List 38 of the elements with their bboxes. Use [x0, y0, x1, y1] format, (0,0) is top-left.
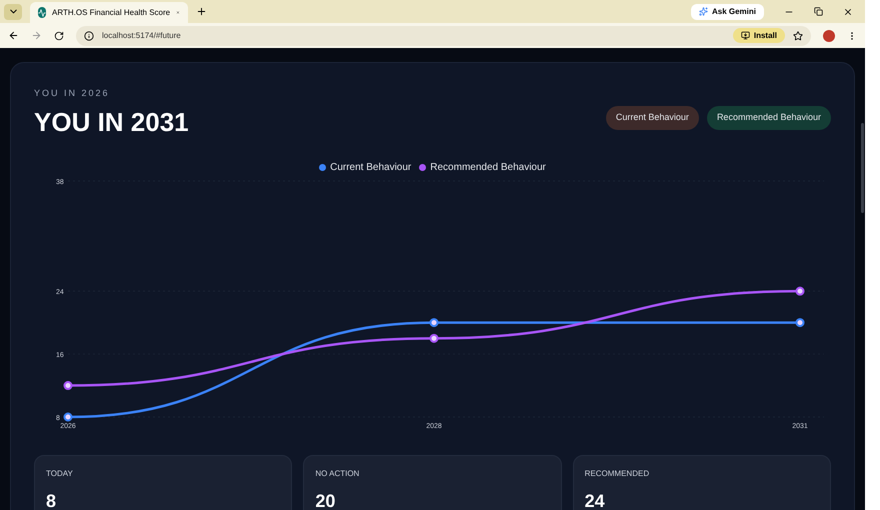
stat-value: 20 [315, 490, 336, 510]
sparkle-icon [698, 7, 708, 16]
behaviour-toggle[interactable]: Recommended Behaviour [706, 106, 831, 130]
back-icon[interactable] [8, 30, 19, 41]
new-tab-icon[interactable] [196, 6, 207, 17]
browser-tab[interactable]: ARTH.OS Financial Health Score [30, 2, 188, 23]
scrollbar-thumb[interactable] [861, 123, 864, 213]
stat-label: RECOMMENDED [584, 468, 650, 480]
eyebrow-label: YOU IN 2026 [34, 87, 111, 100]
info-icon[interactable] [84, 30, 94, 40]
forward-icon[interactable] [31, 30, 42, 41]
data-point [64, 380, 72, 390]
stat-value: 8 [46, 490, 56, 510]
site-icon [38, 7, 46, 18]
tab-title: ARTH.OS Financial Health Score [52, 6, 170, 18]
ask-gemini-button[interactable]: Ask Gemini [690, 4, 764, 20]
install-button[interactable]: Install [732, 28, 785, 43]
data-point [430, 333, 438, 342]
data-point [796, 318, 804, 327]
restore-icon[interactable] [814, 7, 823, 16]
stat-value: 24 [584, 490, 605, 510]
address-bar[interactable]: localhost:5174/#future Install [76, 26, 811, 46]
legend-label: Current Behaviour [330, 160, 412, 174]
tab-list-button[interactable] [4, 4, 22, 20]
page-heading: YOU IN 2031 [34, 106, 189, 138]
profile-avatar[interactable] [823, 30, 835, 42]
data-point [796, 286, 804, 296]
data-point [64, 412, 72, 421]
data-point [430, 318, 438, 327]
stat-label: TODAY [46, 468, 73, 480]
legend-label: Recommended Behaviour [430, 160, 546, 174]
stat-label: NO ACTION [315, 468, 360, 480]
behaviour-toggle[interactable]: Current Behaviour [606, 106, 699, 130]
bookmark-star-icon[interactable] [793, 30, 803, 40]
reload-icon[interactable] [54, 30, 64, 40]
close-window-icon[interactable] [843, 6, 853, 16]
install-icon [740, 31, 750, 40]
url-text: localhost:5174/#future [102, 30, 181, 42]
